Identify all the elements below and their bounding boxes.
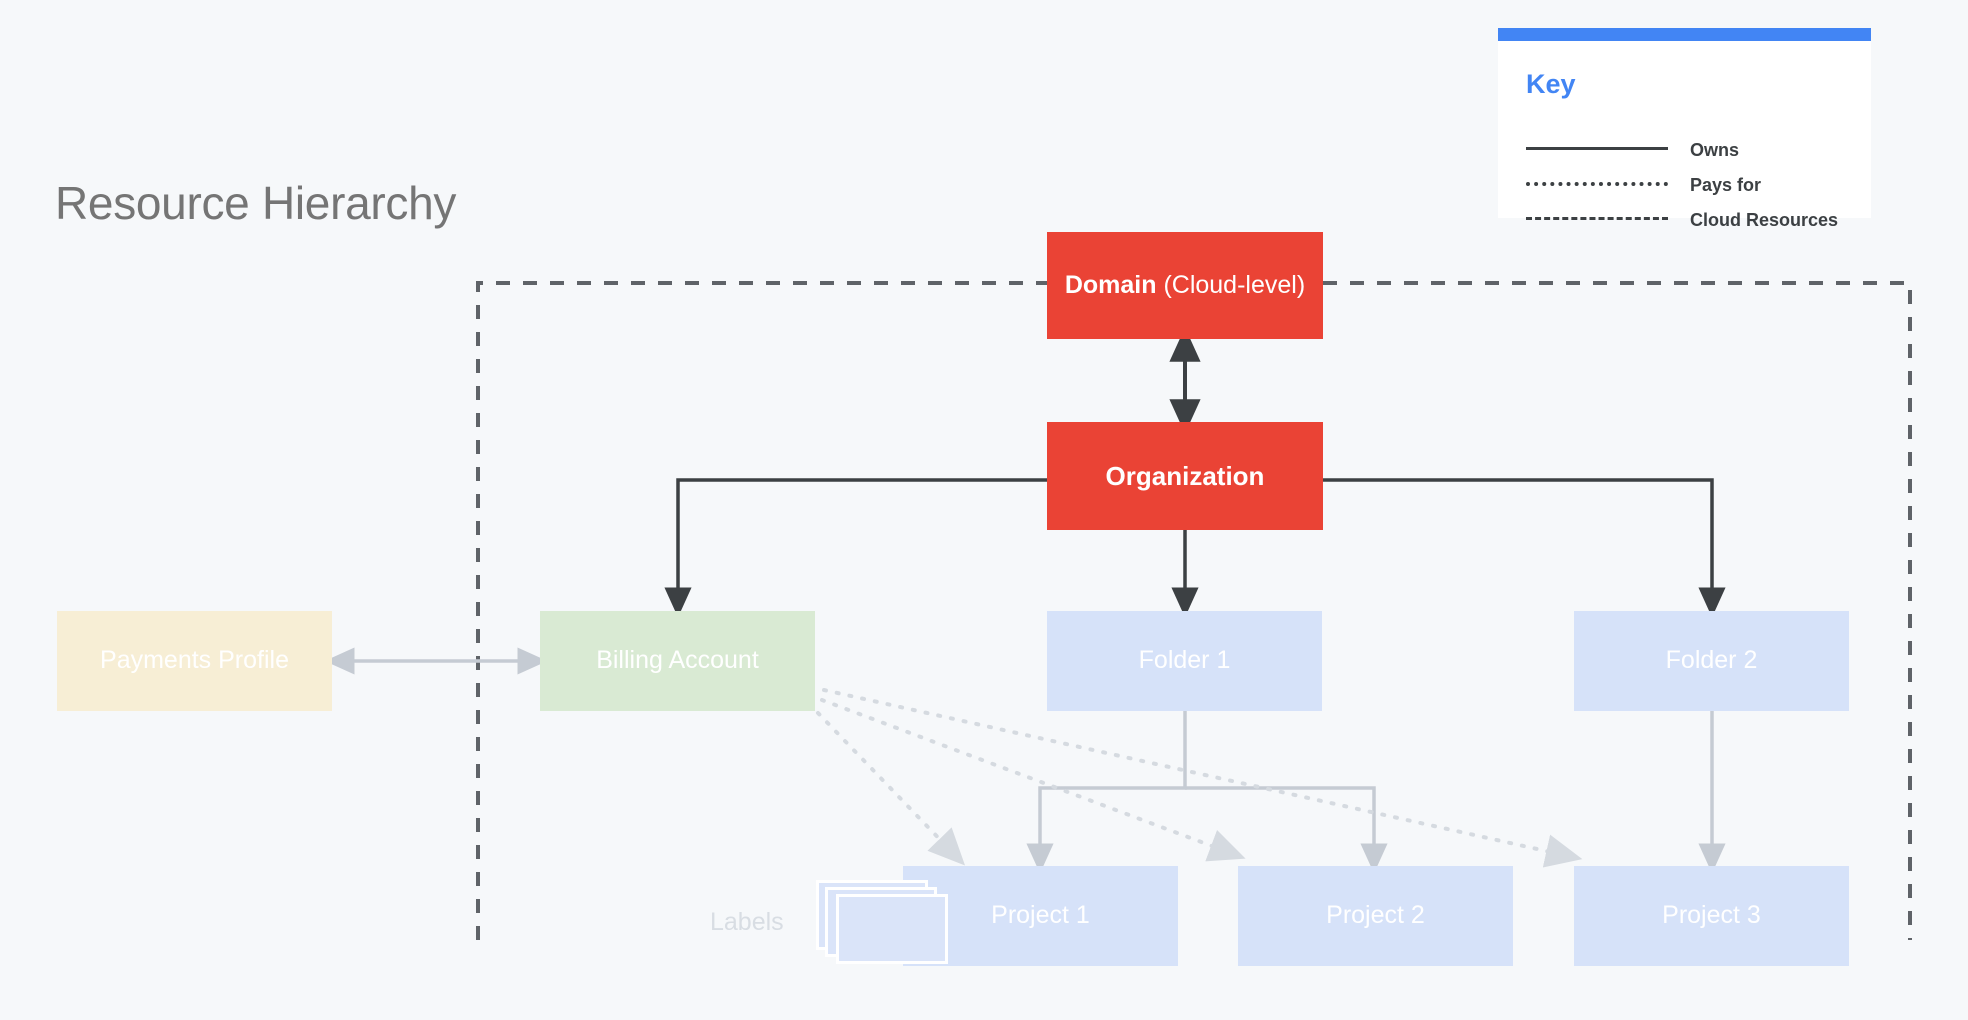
key-label-pays-for: Pays for: [1690, 175, 1762, 195]
node-billing-account-label: Billing Account: [596, 646, 759, 675]
node-payments-profile[interactable]: Payments Profile: [57, 611, 332, 711]
node-project-1-label: Project 1: [991, 901, 1090, 930]
key-row-owns: Owns: [1526, 138, 1856, 162]
key-line-dotted-icon: [1526, 173, 1668, 193]
node-domain-label-rest: (Cloud-level): [1156, 270, 1306, 299]
node-project-2-label: Project 2: [1326, 901, 1425, 930]
node-folder-2-label: Folder 2: [1665, 646, 1758, 675]
node-folder-1[interactable]: Folder 1: [1047, 611, 1322, 711]
key-label-owns: Owns: [1690, 140, 1740, 160]
key-label-cloud-resources: Cloud Resources: [1690, 210, 1839, 230]
node-domain-label: Domain (Cloud-level): [1065, 270, 1305, 301]
node-project-3-label: Project 3: [1662, 901, 1761, 930]
node-organization-label: Organization: [1105, 460, 1265, 491]
node-project-3[interactable]: Project 3: [1574, 866, 1849, 966]
edge-billing-pays-for: [816, 688, 1583, 868]
labels-card-front: [836, 894, 948, 964]
node-billing-account[interactable]: Billing Account: [540, 611, 815, 711]
node-domain[interactable]: Domain (Cloud-level): [1047, 232, 1323, 339]
key-title: Key: [1526, 69, 1576, 99]
key-line-dashed-icon: [1526, 208, 1668, 228]
node-organization[interactable]: Organization: [1047, 422, 1323, 530]
key-line-solid-icon: [1526, 138, 1668, 158]
key-row-cloud-resources: Cloud Resources: [1526, 208, 1856, 232]
node-domain-label-strong: Domain: [1064, 270, 1157, 299]
key-legend-panel: Key Owns Pays for Cloud Resources: [1498, 28, 1871, 230]
edge-folder1-projects: [1026, 711, 1388, 874]
node-project-2[interactable]: Project 2: [1238, 866, 1513, 966]
node-payments-profile-label: Payments Profile: [100, 646, 289, 675]
labels-caption: Labels: [710, 908, 784, 936]
node-folder-2[interactable]: Folder 2: [1574, 611, 1849, 711]
key-row-pays-for: Pays for: [1526, 173, 1856, 197]
node-folder-1-label: Folder 1: [1138, 646, 1231, 675]
labels-stack-icon: [816, 880, 948, 964]
diagram-canvas: Resource Hierarchy Key Owns Pays for Clo…: [0, 0, 1968, 1020]
page-title: Resource Hierarchy: [55, 177, 457, 229]
